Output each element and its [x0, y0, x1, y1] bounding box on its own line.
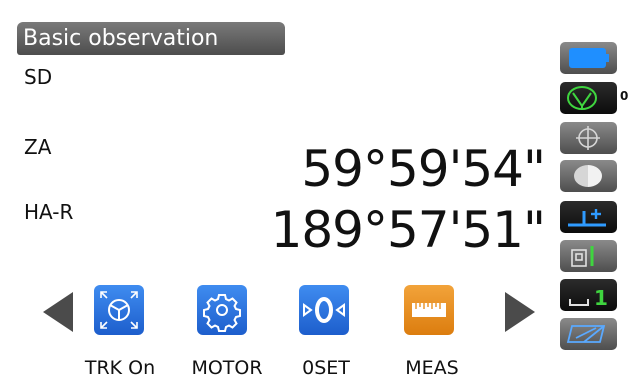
observation-screen: Basic observation SD ZA HA-R 59°59'54" 1…: [0, 0, 631, 378]
keyboard-toggle-icon: [566, 325, 606, 343]
motor-button[interactable]: [197, 285, 247, 335]
tracking-icon: [100, 291, 138, 329]
face-number-button[interactable]: 1: [560, 279, 617, 311]
har-value: 189°57'51": [270, 201, 546, 259]
gear-icon: [203, 294, 241, 332]
motor-label: MOTOR: [191, 357, 263, 378]
screen-title: Basic observation: [17, 22, 285, 55]
prism-target-icon: [567, 86, 597, 110]
crosshair-icon: [576, 126, 600, 150]
ruler-icon: [412, 303, 446, 317]
target-type-button[interactable]: [560, 82, 617, 114]
trk-on-button[interactable]: [94, 285, 144, 335]
zero-set-button[interactable]: [299, 285, 349, 335]
zero-set-icon: [303, 297, 345, 323]
tilt-correction-button[interactable]: [560, 201, 617, 233]
meas-label: MEAS: [405, 357, 459, 378]
battery-status-button[interactable]: [560, 42, 617, 74]
face-number-icon: 1: [569, 286, 608, 310]
next-page-arrow-icon[interactable]: [505, 292, 535, 332]
reticle-illumination-button[interactable]: [560, 122, 617, 154]
har-label: HA-R: [24, 200, 74, 224]
zero-set-label: 0SET: [302, 357, 350, 378]
previous-page-arrow-icon[interactable]: [43, 292, 73, 332]
battery-icon: [569, 48, 609, 68]
half-moon-icon: [574, 165, 602, 187]
face-status-button[interactable]: [560, 160, 617, 192]
prism-constant-value: 0: [620, 89, 629, 103]
trk-on-label: TRK On: [84, 357, 156, 378]
face-number-text: 1: [594, 286, 608, 310]
meas-button[interactable]: [404, 285, 454, 335]
laser-pointer-icon: [571, 246, 594, 267]
sd-label: SD: [24, 65, 53, 89]
za-label: ZA: [24, 135, 52, 159]
laser-pointer-button[interactable]: [560, 240, 617, 272]
keyboard-toggle-button[interactable]: [560, 318, 617, 350]
za-value: 59°59'54": [301, 140, 546, 198]
plus-icon: [568, 209, 606, 227]
